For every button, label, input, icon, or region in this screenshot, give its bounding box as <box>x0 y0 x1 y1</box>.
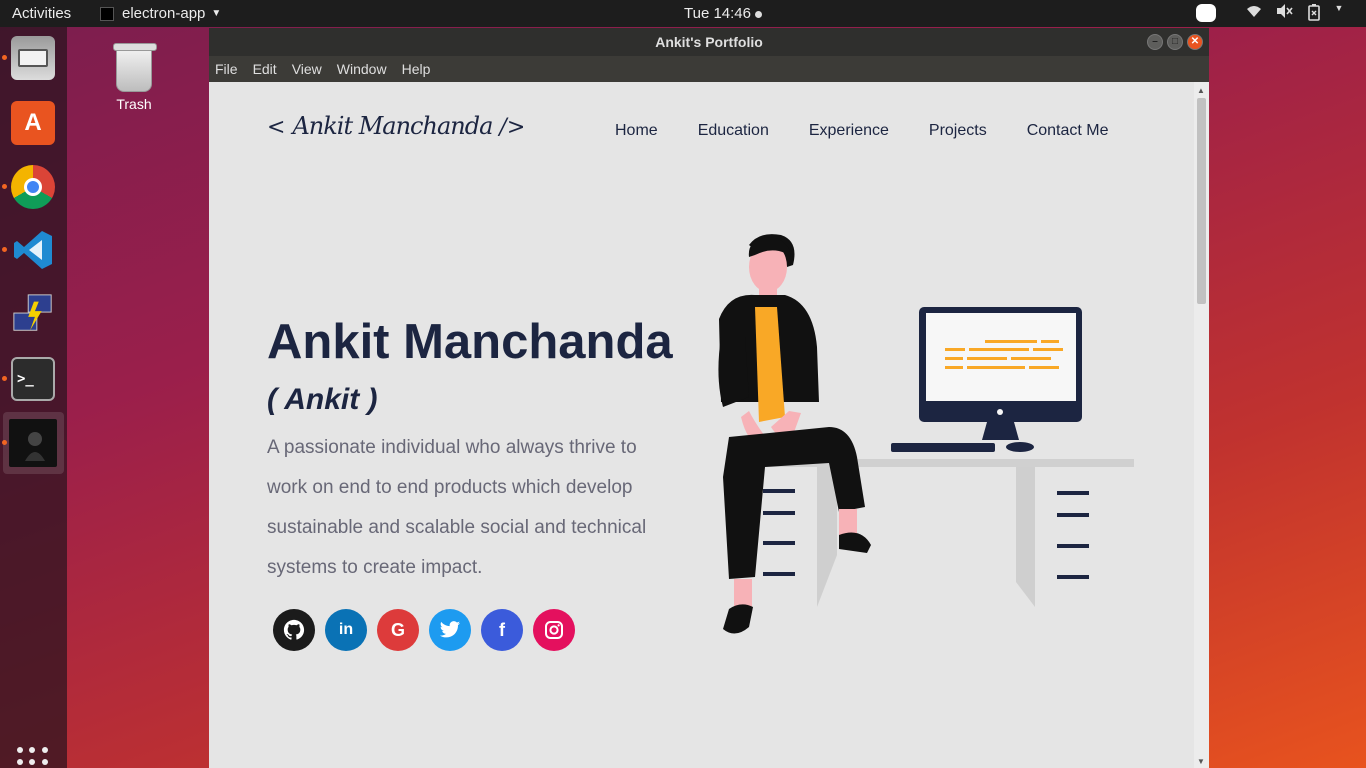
window-titlebar[interactable]: Ankit's Portfolio – □ ✕ <box>209 28 1209 56</box>
terminal-icon: >_ <box>11 357 55 401</box>
scrollbar-thumb[interactable] <box>1197 98 1206 304</box>
google-icon[interactable]: G <box>377 609 419 651</box>
clock-label: Tue 14:46 <box>684 5 751 22</box>
software-store-icon: A <box>11 101 55 145</box>
nav-projects[interactable]: Projects <box>929 122 987 140</box>
twitter-icon[interactable] <box>429 609 471 651</box>
facebook-icon[interactable]: f <box>481 609 523 651</box>
nav-experience[interactable]: Experience <box>809 122 889 140</box>
menu-edit[interactable]: Edit <box>253 61 277 77</box>
menu-bar: File Edit View Window Help <box>209 56 1209 82</box>
running-indicator <box>2 184 7 189</box>
system-menu-chevron-icon[interactable]: ▼ <box>1334 3 1344 23</box>
menu-file[interactable]: File <box>215 61 238 77</box>
minimize-icon[interactable]: – <box>1147 34 1163 50</box>
close-icon[interactable]: ✕ <box>1187 34 1203 50</box>
clock[interactable]: Tue 14:46 <box>684 5 762 22</box>
show-apps-icon[interactable] <box>17 747 49 768</box>
app-menu-label: electron-app <box>122 5 206 22</box>
menu-window[interactable]: Window <box>337 61 387 77</box>
trash-label: Trash <box>116 96 152 112</box>
chrome-icon <box>11 165 55 209</box>
hero-name: Ankit Manchanda <box>267 315 673 369</box>
dock-terminal[interactable]: >_ <box>2 354 58 404</box>
nav-home[interactable]: Home <box>615 122 658 140</box>
nav-contact[interactable]: Contact Me <box>1027 122 1109 140</box>
app-menu[interactable]: electron-app ▼ <box>100 5 221 22</box>
linkedin-icon[interactable]: in <box>325 609 367 651</box>
scroll-down-icon[interactable]: ▼ <box>1197 757 1205 766</box>
running-indicator <box>2 376 7 381</box>
maximize-icon[interactable]: □ <box>1167 34 1183 50</box>
page-content: < Ankit Manchanda /> Home Education Expe… <box>209 82 1194 768</box>
running-indicator <box>2 247 7 252</box>
wifi-icon[interactable] <box>1244 3 1264 23</box>
top-bar: Activities electron-app ▼ Tue 14:46 ▼ <box>0 0 1366 27</box>
chat-bubble-icon[interactable] <box>1196 4 1216 22</box>
battery-icon[interactable] <box>1304 3 1324 23</box>
running-indicator <box>2 440 7 445</box>
dock-software[interactable]: A <box>8 98 58 148</box>
vscode-icon <box>11 228 55 272</box>
developer-illustration <box>718 234 1134 634</box>
volume-muted-icon[interactable] <box>1274 3 1294 23</box>
logo-signature: Ankit Manchanda <box>292 112 493 140</box>
dock: A >_ <box>0 27 67 768</box>
dock-vscode[interactable] <box>2 225 58 275</box>
hero-description: A passionate individual who always thriv… <box>267 437 647 578</box>
dock-electron-app[interactable] <box>2 418 58 468</box>
chevron-down-icon: ▼ <box>211 8 222 19</box>
files-icon <box>11 36 55 80</box>
dock-chrome[interactable] <box>2 162 58 212</box>
window-title: Ankit's Portfolio <box>655 34 763 50</box>
site-nav: Home Education Experience Projects Conta… <box>615 122 1109 140</box>
menu-view[interactable]: View <box>292 61 322 77</box>
system-tray[interactable]: ▼ <box>1196 3 1344 23</box>
notification-dot-icon <box>755 10 762 18</box>
electron-app-icon <box>9 419 57 467</box>
running-indicator <box>2 55 7 60</box>
dock-remote[interactable] <box>8 289 58 339</box>
instagram-icon[interactable] <box>533 609 575 651</box>
activities-button[interactable]: Activities <box>12 5 71 22</box>
github-icon[interactable] <box>273 609 315 651</box>
scroll-up-icon[interactable]: ▲ <box>1197 86 1205 95</box>
logo-left-bracket: < <box>267 115 286 140</box>
site-logo[interactable]: < Ankit Manchanda /> <box>267 112 525 140</box>
window-controls: – □ ✕ <box>1147 34 1203 50</box>
dock-files[interactable] <box>2 33 58 83</box>
trash-icon <box>113 43 157 92</box>
social-links: in G f <box>273 609 575 651</box>
desktop-trash[interactable]: Trash <box>104 43 164 112</box>
app-menu-icon <box>100 6 114 21</box>
hero-nickname: ( Ankit ) <box>267 383 378 416</box>
app-window: Ankit's Portfolio – □ ✕ File Edit View W… <box>209 28 1209 768</box>
nav-education[interactable]: Education <box>698 122 769 140</box>
vertical-scrollbar[interactable]: ▲ ▼ <box>1194 82 1209 768</box>
logo-right-bracket: /> <box>499 115 526 140</box>
remote-desktop-icon <box>11 292 55 336</box>
menu-help[interactable]: Help <box>402 61 431 77</box>
